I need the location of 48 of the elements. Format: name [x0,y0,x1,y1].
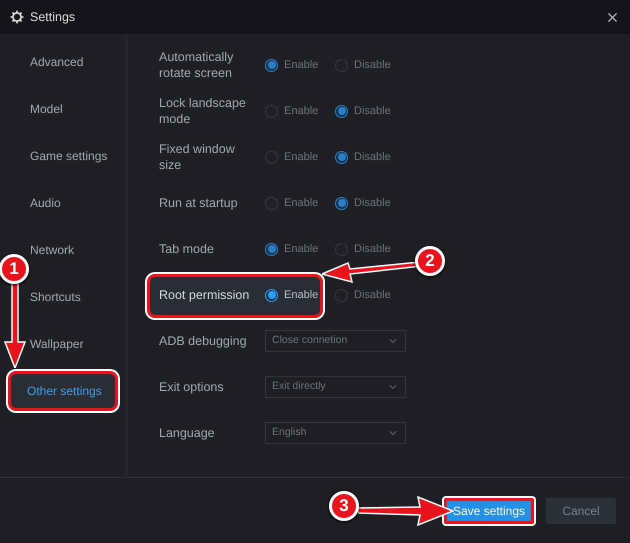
setting-label: Run at startup [159,195,239,211]
window-title: Settings [30,8,76,26]
radio-button[interactable] [335,196,348,210]
sidebar-item[interactable]: Audio [30,183,118,223]
sidebar-item[interactable]: Model [30,89,118,129]
dropdown[interactable]: Exit directly [265,376,406,398]
radio-option[interactable]: Disable [335,102,405,120]
radio-button[interactable] [335,288,348,302]
setting-label: Exit options [159,379,225,395]
radio-button[interactable] [265,242,278,256]
setting-label: Root permission [159,287,250,303]
radio-option[interactable]: Enable [265,148,335,166]
sidebar-item[interactable]: Advanced [30,42,118,82]
radio-button[interactable] [265,58,278,72]
setting-label: Lock landscape mode [159,95,247,127]
radio-option[interactable]: Enable [265,286,335,304]
radio-option[interactable]: Enable [265,102,335,120]
radio-option[interactable]: Enable [265,194,335,212]
setting-label: Fixed window size [159,141,236,173]
save-button[interactable]: Save settings [444,498,534,524]
radio-button[interactable] [265,104,278,118]
dropdown[interactable]: English [265,422,406,444]
gear-icon [10,10,24,24]
radio-button[interactable] [265,196,278,210]
radio-button[interactable] [335,104,348,118]
dropdown[interactable]: Close connetion [265,330,406,352]
setting-label: ADB debugging [159,333,248,349]
radio-option[interactable]: Disable [335,240,405,258]
radio-button[interactable] [335,58,348,72]
sidebar-item[interactable]: Shortcuts [30,277,118,317]
radio-button[interactable] [265,150,278,164]
setting-label: Language [159,425,216,441]
radio-option[interactable]: Disable [335,148,405,166]
radio-option[interactable]: Enable [265,240,335,258]
sidebar-item[interactable]: Wallpaper [30,324,118,364]
sidebar-item[interactable]: Network [30,230,118,270]
radio-button[interactable] [335,242,348,256]
sidebar-item[interactable]: Game settings [30,136,118,176]
setting-label: Automatically rotate screen [159,49,234,81]
setting-label: Tab mode [159,241,215,257]
radio-button[interactable] [335,150,348,164]
radio-option[interactable]: Disable [335,286,405,304]
radio-option[interactable]: Disable [335,56,405,74]
sidebar-item[interactable]: Other settings [8,371,118,411]
cancel-button[interactable]: Cancel [546,498,616,524]
step-badge: 2 [415,246,445,276]
radio-option[interactable]: Enable [265,56,335,74]
radio-option[interactable]: Disable [335,194,405,212]
